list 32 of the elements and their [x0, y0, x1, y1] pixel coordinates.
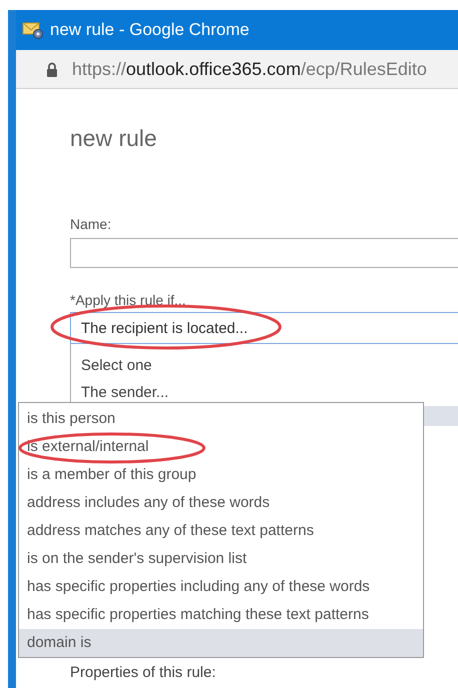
option-highlight — [421, 406, 458, 426]
name-label: Name: — [70, 216, 112, 232]
submenu-item-label: address includes any of these words — [27, 494, 270, 511]
submenu-item-label: address matches any of these text patterns — [27, 522, 314, 539]
window-title: new rule - Google Chrome — [50, 20, 250, 40]
submenu-item[interactable]: domain is — [19, 629, 423, 657]
lock-icon — [46, 62, 58, 76]
url-text: https://outlook.office365.com/ecp/RulesEdito — [72, 58, 427, 80]
name-field[interactable] — [70, 238, 458, 268]
address-bar[interactable]: https://outlook.office365.com/ecp/RulesEdito — [16, 50, 458, 89]
dropdown-option[interactable]: Select one — [71, 352, 458, 379]
envelope-gear-icon — [22, 20, 44, 40]
submenu-item[interactable]: is external/internal — [19, 433, 423, 461]
submenu-item[interactable]: has specific properties matching these text patterns — [19, 601, 423, 629]
submenu-item[interactable]: address matches any of these text patterns — [19, 517, 423, 545]
submenu-item-label: is this person — [27, 410, 116, 427]
submenu-item[interactable]: is on the sender's supervision list — [19, 545, 423, 573]
submenu-item[interactable]: is this person — [19, 405, 423, 433]
condition-dropdown[interactable]: The recipient is located... — [70, 312, 458, 344]
properties-label: Properties of this rule: — [70, 664, 217, 681]
submenu-item[interactable]: has specific properties including any of these words — [19, 573, 423, 601]
submenu-item[interactable]: address includes any of these words — [19, 489, 423, 517]
submenu-item-label: has specific properties matching these text patterns — [27, 606, 369, 623]
condition-label: *Apply this rule if... — [70, 292, 187, 308]
submenu-item-label: has specific properties including any of these words — [27, 578, 370, 595]
submenu-item-label: is a member of this group — [27, 466, 196, 483]
page-heading: new rule — [70, 125, 158, 152]
dropdown-option[interactable]: The sender... — [71, 379, 458, 406]
submenu-item-label: domain is — [27, 634, 92, 651]
submenu-item-label: is on the sender's supervision list — [27, 550, 247, 567]
submenu-item-label: is external/internal — [27, 438, 149, 455]
submenu-item[interactable]: is a member of this group — [19, 461, 423, 489]
